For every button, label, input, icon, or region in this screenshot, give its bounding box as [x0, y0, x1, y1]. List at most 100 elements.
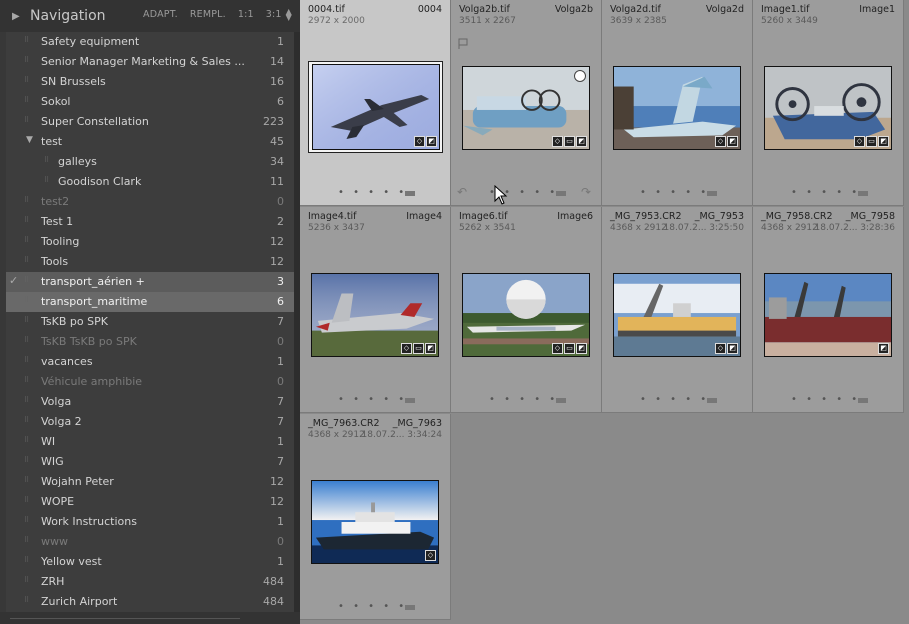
thumbnail-grid[interactable]: 0004.tif 0004 2972 x 2000 ◇ ◩ • • • • • Volga…: [300, 0, 909, 624]
flag-icon[interactable]: [458, 38, 468, 50]
expand-triangle-icon[interactable]: ▶: [12, 11, 24, 22]
thumbnail-image[interactable]: ◇ ◩: [613, 273, 741, 357]
collection-icon[interactable]: ▭: [564, 343, 575, 354]
collection-item[interactable]: ⠿ Test 1 2: [6, 212, 294, 232]
collection-item[interactable]: ⠿ WI 1: [6, 432, 294, 452]
collection-item[interactable]: ⠿ TsKB po SPK 7: [6, 312, 294, 332]
thumbnail-cell[interactable]: Volga2d.tif Volga2d 3639 x 2385 ◇ ◩ • • • • …: [602, 0, 753, 206]
color-label-icon[interactable]: [405, 398, 415, 403]
collection-icon[interactable]: ▭: [866, 136, 877, 147]
thumbnail-image[interactable]: ◇ ◩: [312, 64, 440, 150]
rotate-left-icon[interactable]: ↶: [457, 185, 467, 199]
thumbnail-image[interactable]: ◇ ◩: [613, 66, 741, 150]
zoom-stepper-icon[interactable]: ▲ ▼: [286, 8, 292, 22]
thumbnail-cell[interactable]: Image4.tif Image4 5236 x 3437 ◇ ▭ ◩ • • • • •: [300, 207, 451, 413]
star-rating[interactable]: • • • • •: [791, 394, 860, 405]
thumbnail-cell[interactable]: Image6.tif Image6 5262 x 3541 ◇ ▭ ◩ • • • • •: [451, 207, 602, 413]
collection-item[interactable]: ⠿ Zurich Airport 484: [6, 592, 294, 612]
zoom-fit-option[interactable]: ADAPT.: [143, 9, 178, 21]
keyword-tag-icon[interactable]: ◇: [401, 343, 412, 354]
collection-item[interactable]: ⠿ Tools 12: [6, 252, 294, 272]
zoom-3to1-option[interactable]: 3:1: [266, 9, 282, 21]
collection-item[interactable]: ⠿ Sokol 6: [6, 92, 294, 112]
develop-crop-icon[interactable]: ◩: [425, 343, 436, 354]
develop-crop-icon[interactable]: ◩: [576, 136, 587, 147]
thumbnail-image[interactable]: ◩: [764, 273, 892, 357]
star-rating[interactable]: • • • • •: [338, 187, 407, 198]
navigator-header[interactable]: ▶ Navigation ADAPT. REMPL. 1:1 3:1 ▲ ▼: [0, 0, 300, 32]
collection-icon[interactable]: ▭: [564, 136, 575, 147]
keyword-tag-icon[interactable]: ◇: [715, 136, 726, 147]
star-rating[interactable]: • • • • •: [640, 187, 709, 198]
collection-item[interactable]: ⠿ WIG 7: [6, 452, 294, 472]
collection-item[interactable]: ⠿ www 0: [6, 532, 294, 552]
collection-item[interactable]: ⠿ Volga 2 7: [6, 412, 294, 432]
develop-crop-icon[interactable]: ◩: [878, 136, 889, 147]
star-rating[interactable]: • • • • •: [489, 394, 558, 405]
collection-item[interactable]: ⠿ Yellow vest 1: [6, 552, 294, 572]
star-rating[interactable]: • • • • •: [640, 394, 709, 405]
thumbnail-cell[interactable]: Volga2b.tif Volga2b 3511 x 2267 ◇ ▭ ◩ ↶ ↷ • • •…: [451, 0, 602, 206]
develop-crop-icon[interactable]: ◩: [727, 343, 738, 354]
collection-item[interactable]: ⠿ TsKB TsKB po SPK 0: [6, 332, 294, 352]
color-label-icon[interactable]: [858, 191, 868, 196]
star-rating[interactable]: • • • • •: [791, 187, 860, 198]
collection-item[interactable]: ⠿ Tooling 12: [6, 232, 294, 252]
keyword-tag-icon[interactable]: ◇: [414, 136, 425, 147]
collection-item[interactable]: ⠿ Goodison Clark 11: [6, 172, 294, 192]
collection-icon[interactable]: ▭: [413, 343, 424, 354]
thumbnail-cell[interactable]: _MG_7958.CR2 _MG_7958 4368 x 2912 18.07.2..…: [753, 207, 904, 413]
collection-item[interactable]: ⠿ test2 0: [6, 192, 294, 212]
collection-item[interactable]: ⠿ galleys 34: [6, 152, 294, 172]
develop-crop-icon[interactable]: ◩: [878, 343, 889, 354]
zoom-1to1-option[interactable]: 1:1: [238, 9, 254, 21]
quick-collection-circle-icon[interactable]: [574, 70, 586, 82]
keyword-tag-icon[interactable]: ◇: [552, 136, 563, 147]
collection-item[interactable]: ⠿ Véhicule amphibie 0: [6, 372, 294, 392]
collection-item[interactable]: ✓ ⠿ transport_aérien + 3: [6, 272, 294, 292]
star-rating[interactable]: • • • • •: [338, 601, 407, 612]
collection-item[interactable]: ⠿ SN Brussels 16: [6, 72, 294, 92]
thumbnail-cell[interactable]: _MG_7963.CR2 _MG_7963 4368 x 2912 18.07.2..…: [300, 414, 451, 620]
collection-item[interactable]: ⠿ Safety equipment 1: [6, 32, 294, 52]
collection-item[interactable]: ⠿ Senior Manager Marketing & Sales ... 14: [6, 52, 294, 72]
keyword-tag-icon[interactable]: ◇: [854, 136, 865, 147]
thumbnail-image[interactable]: ◇ ▭ ◩: [462, 273, 590, 357]
thumbnail-image[interactable]: ◇ ▭ ◩: [311, 273, 439, 357]
zoom-fill-option[interactable]: REMPL.: [190, 9, 226, 21]
target-check-icon[interactable]: ✓: [9, 274, 18, 287]
thumbnail-cell[interactable]: 0004.tif 0004 2972 x 2000 ◇ ◩ • • • • •: [300, 0, 451, 206]
develop-crop-icon[interactable]: ◩: [426, 136, 437, 147]
color-label-icon[interactable]: [858, 398, 868, 403]
collection-item[interactable]: ⠿ Volga 7: [6, 392, 294, 412]
collection-item[interactable]: ⠿ vacances 1: [6, 352, 294, 372]
thumbnail-cell[interactable]: Image1.tif Image1 5260 x 3449 ◇ ▭ ◩ • • • • •: [753, 0, 904, 206]
collection-icon: ⠿: [24, 436, 30, 444]
collection-item[interactable]: ⠿ WOPE 12: [6, 492, 294, 512]
keyword-tag-icon[interactable]: ◇: [425, 550, 436, 561]
keyword-tag-icon[interactable]: ◇: [715, 343, 726, 354]
color-label-icon[interactable]: [405, 605, 415, 610]
develop-crop-icon[interactable]: ◩: [727, 136, 738, 147]
color-label-icon[interactable]: [556, 398, 566, 403]
star-rating[interactable]: • • • • •: [338, 394, 407, 405]
collection-item[interactable]: ⠿ transport_maritime 6: [6, 292, 294, 312]
color-label-icon[interactable]: [556, 191, 566, 196]
collection-item[interactable]: ⠿ Work Instructions 1: [6, 512, 294, 532]
keyword-tag-icon[interactable]: ◇: [552, 343, 563, 354]
color-label-icon[interactable]: [405, 191, 415, 196]
rotate-right-icon[interactable]: ↷: [581, 185, 591, 199]
color-label-icon[interactable]: [707, 191, 717, 196]
collection-item[interactable]: ▼ test 45: [6, 132, 294, 152]
thumbnail-image[interactable]: ◇: [311, 480, 439, 564]
color-label-icon[interactable]: [707, 398, 717, 403]
collection-list[interactable]: ⠿ Safety equipment 1 ⠿ Senior Manager Market…: [6, 32, 294, 612]
collection-item[interactable]: ⠿ ZRH 484: [6, 572, 294, 592]
collection-item[interactable]: ⠿ Super Constellation 223: [6, 112, 294, 132]
thumbnail-image[interactable]: ◇ ▭ ◩: [462, 66, 590, 150]
disclosure-triangle-icon[interactable]: ▼: [26, 135, 33, 145]
collection-item[interactable]: ⠿ Wojahn Peter 12: [6, 472, 294, 492]
thumbnail-image[interactable]: ◇ ▭ ◩: [764, 66, 892, 150]
develop-crop-icon[interactable]: ◩: [576, 343, 587, 354]
thumbnail-cell[interactable]: _MG_7953.CR2 _MG_7953 4368 x 2912 18.07.2..…: [602, 207, 753, 413]
